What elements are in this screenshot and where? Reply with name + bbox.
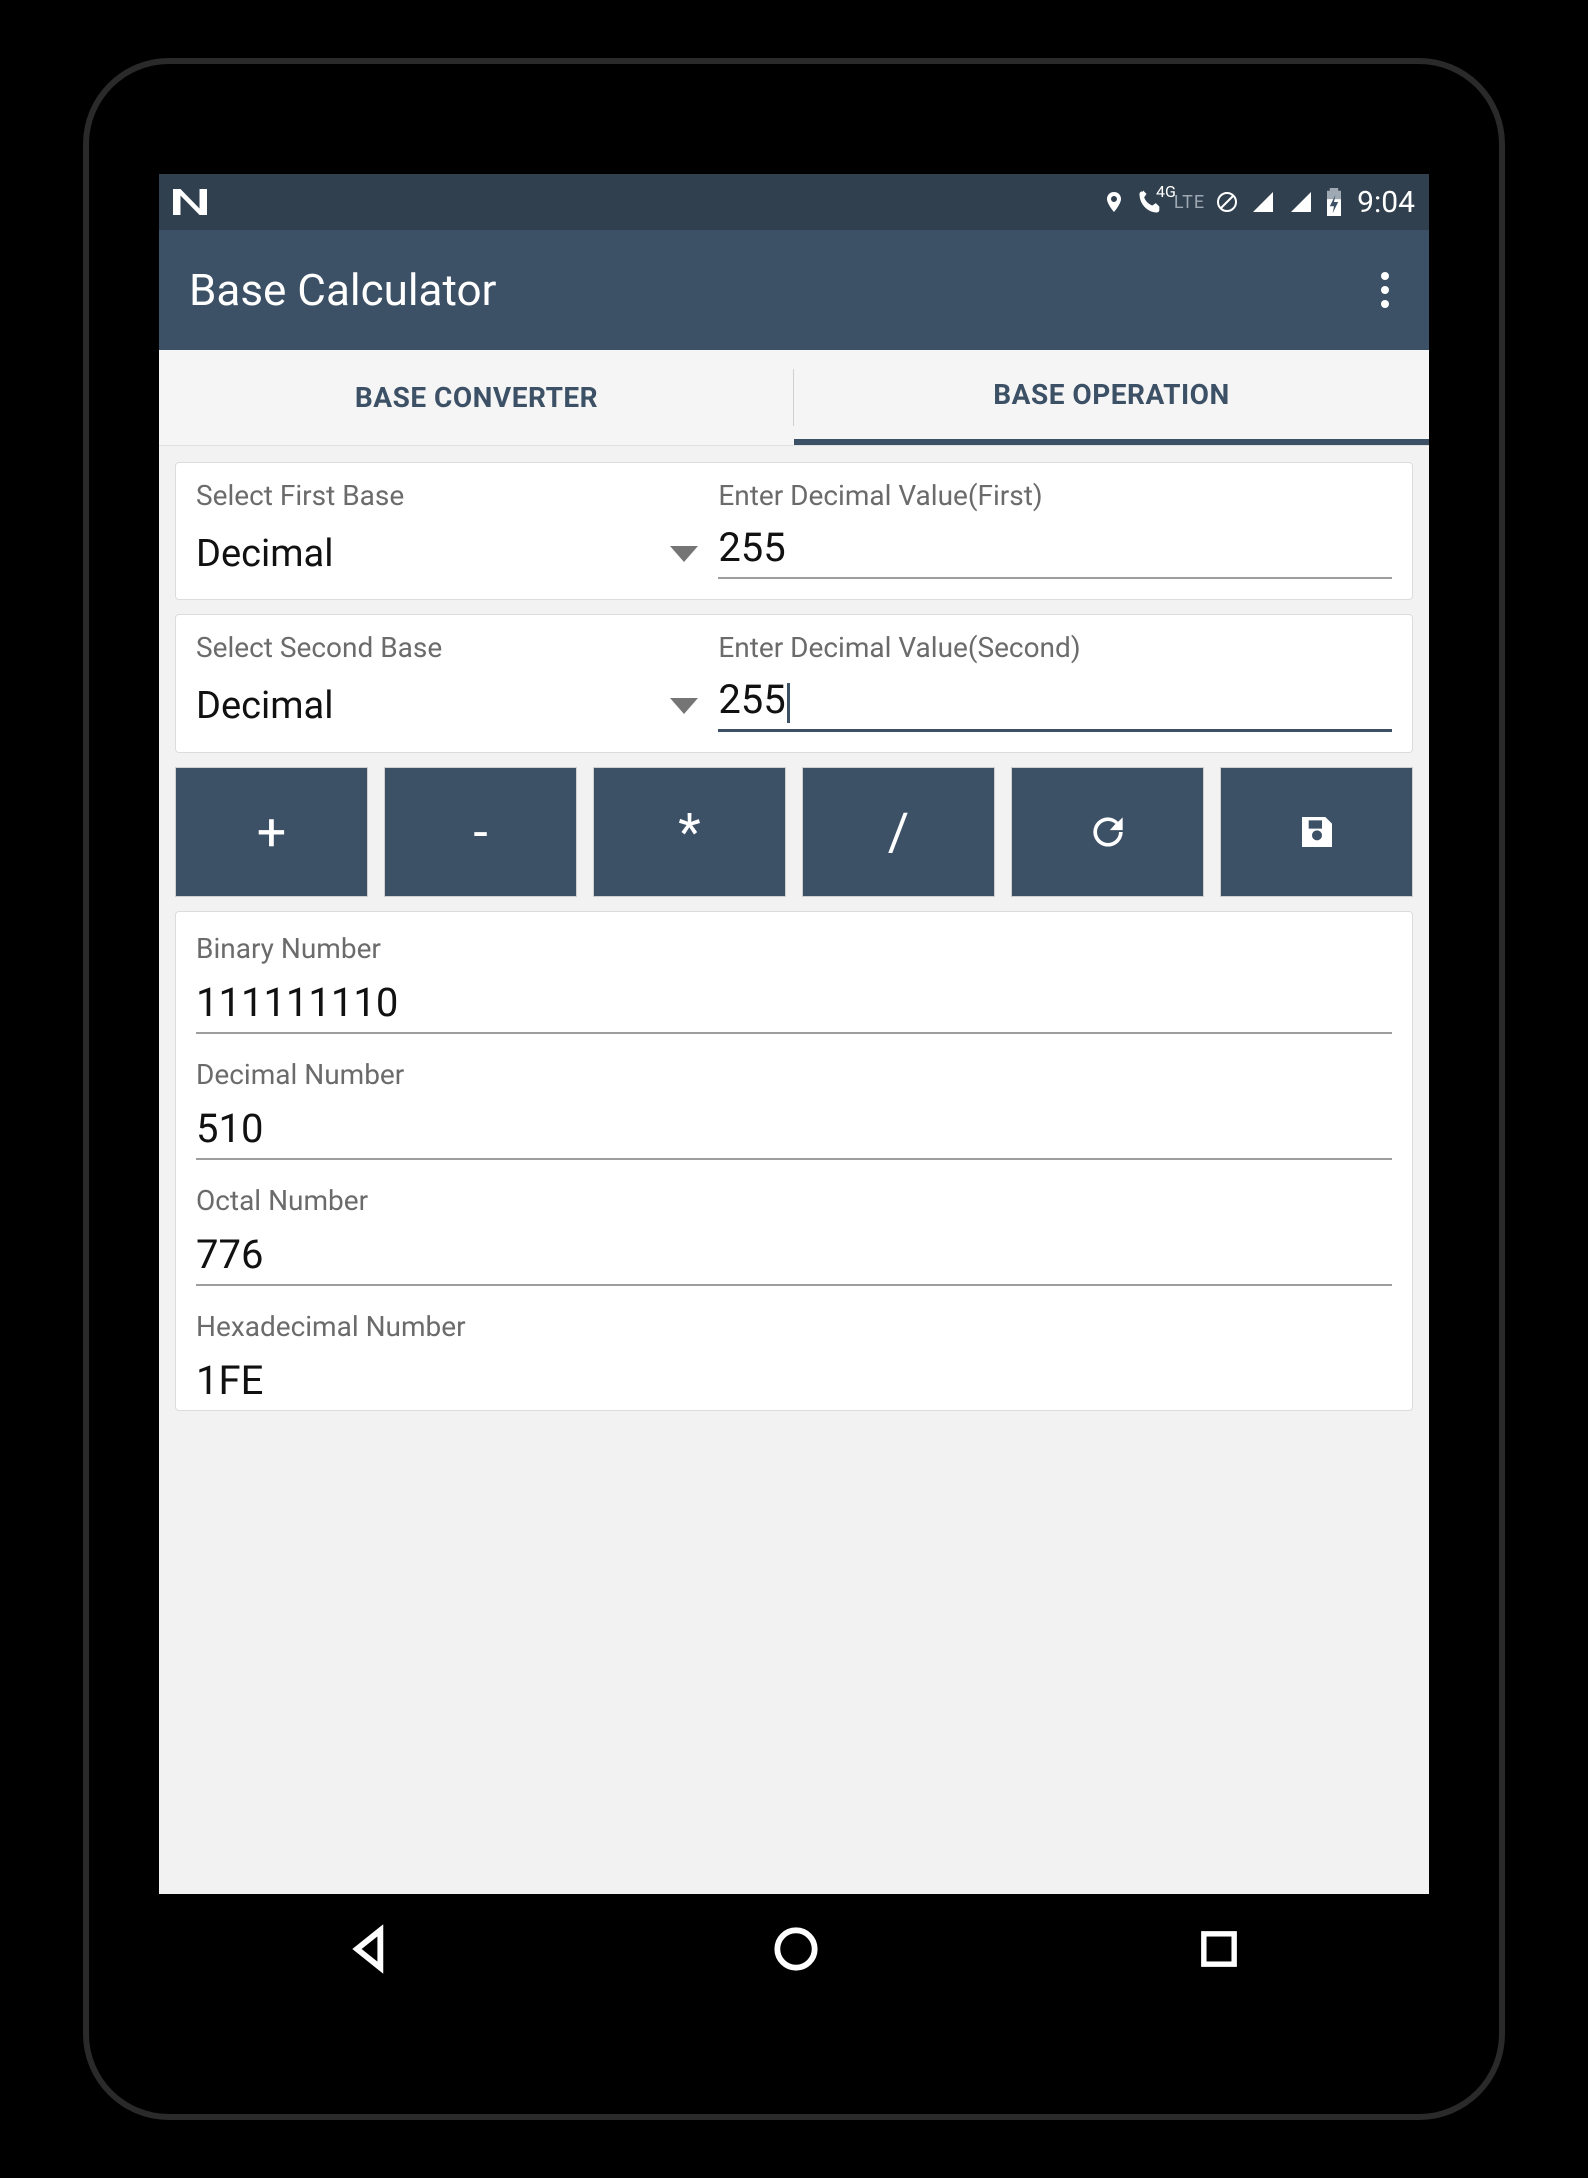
no-sim-icon <box>1215 190 1239 214</box>
first-value-input-label: Enter Decimal Value(First) <box>718 479 1392 512</box>
save-button[interactable] <box>1220 767 1413 897</box>
first-base-spinner[interactable]: Decimal <box>196 524 698 576</box>
first-base-value: Decimal <box>196 532 333 576</box>
multiply-button[interactable]: * <box>593 767 786 897</box>
fourg-label: 4G <box>1156 182 1176 201</box>
tablet-frame: 4G LTE 9:04 Base Calculator BASE CONVERT… <box>89 64 1499 2114</box>
second-base-spinner[interactable]: Decimal <box>196 676 698 728</box>
signal-icon-1 <box>1249 190 1277 214</box>
location-icon <box>1102 187 1126 217</box>
android-n-logo <box>173 189 207 215</box>
second-value-input-label: Enter Decimal Value(Second) <box>718 631 1392 664</box>
tab-bar: BASE CONVERTER BASE OPERATION <box>159 350 1429 446</box>
overflow-menu-icon[interactable] <box>1371 262 1399 318</box>
lte-label: LTE <box>1174 192 1205 213</box>
screen: 4G LTE 9:04 Base Calculator BASE CONVERT… <box>159 174 1429 2004</box>
binary-value[interactable]: 111111110 <box>196 979 1392 1034</box>
signal-icon-2 <box>1287 190 1315 214</box>
tab-base-converter[interactable]: BASE CONVERTER <box>159 350 794 445</box>
subtract-button[interactable]: - <box>384 767 577 897</box>
recents-button-icon[interactable] <box>1193 1923 1245 1975</box>
decimal-label: Decimal Number <box>196 1058 1392 1091</box>
navigation-bar <box>159 1894 1429 2004</box>
first-base-select-label: Select First Base <box>196 479 698 512</box>
octal-label: Octal Number <box>196 1184 1392 1217</box>
chevron-down-icon <box>670 698 698 714</box>
app-title: Base Calculator <box>189 264 496 316</box>
operation-buttons: + - * / <box>175 767 1413 897</box>
divide-button[interactable]: / <box>802 767 995 897</box>
second-base-card: Select Second Base Decimal Enter Decimal… <box>175 614 1413 753</box>
refresh-icon <box>1086 810 1130 854</box>
octal-value[interactable]: 776 <box>196 1231 1392 1286</box>
tab-base-operation[interactable]: BASE OPERATION <box>794 350 1429 445</box>
first-value-input[interactable]: 255 <box>718 524 1392 579</box>
battery-icon <box>1325 188 1343 216</box>
status-bar: 4G LTE 9:04 <box>159 174 1429 230</box>
results-card: Binary Number 111111110 Decimal Number 5… <box>175 911 1413 1411</box>
chevron-down-icon <box>670 546 698 562</box>
back-button-icon[interactable] <box>343 1921 399 1977</box>
second-base-value: Decimal <box>196 684 333 728</box>
tab-label: BASE OPERATION <box>993 378 1229 411</box>
decimal-value[interactable]: 510 <box>196 1105 1392 1160</box>
content-area: Select First Base Decimal Enter Decimal … <box>159 446 1429 1894</box>
hex-label: Hexadecimal Number <box>196 1310 1392 1343</box>
add-button[interactable]: + <box>175 767 368 897</box>
binary-label: Binary Number <box>196 932 1392 965</box>
clock-time: 9:04 <box>1357 185 1415 220</box>
reset-button[interactable] <box>1011 767 1204 897</box>
hex-value[interactable]: 1FE <box>196 1357 1392 1410</box>
save-icon <box>1297 812 1337 852</box>
home-button-icon[interactable] <box>768 1921 824 1977</box>
second-base-select-label: Select Second Base <box>196 631 698 664</box>
tab-label: BASE CONVERTER <box>355 381 598 414</box>
second-value-input[interactable]: 255 <box>718 676 1392 732</box>
first-base-card: Select First Base Decimal Enter Decimal … <box>175 462 1413 600</box>
app-bar: Base Calculator <box>159 230 1429 350</box>
text-cursor <box>787 683 790 723</box>
status-icons: 4G LTE 9:04 <box>1102 185 1415 220</box>
